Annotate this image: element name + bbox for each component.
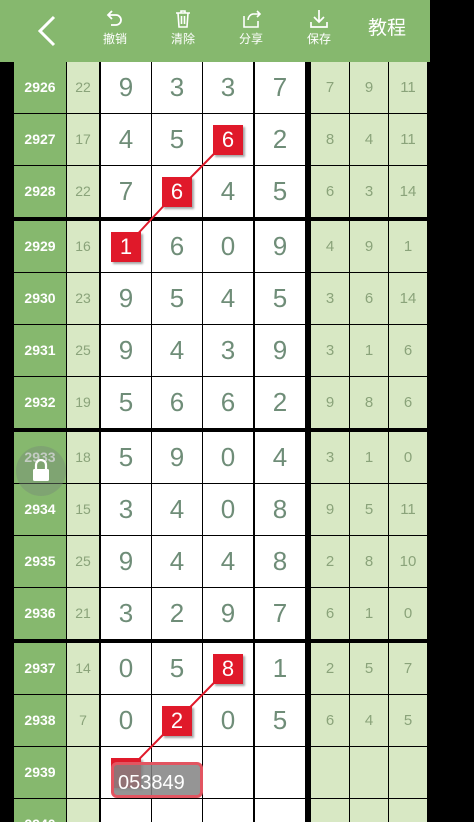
connector-lines <box>125 138 229 774</box>
lock-icon <box>33 459 49 481</box>
lock-button[interactable] <box>16 446 66 496</box>
highlight-digit: 2 <box>162 705 192 736</box>
highlight-digit: 1 <box>111 231 141 262</box>
number-input[interactable]: 053849 <box>111 762 203 798</box>
highlight-digit: 8 <box>213 653 243 684</box>
highlight-digit: 6 <box>162 176 192 207</box>
highlight-digit: 6 <box>213 124 243 155</box>
app-screen: 撤销 清除 分享 保存 教程 2926229337791129271745628… <box>0 0 474 822</box>
right-edge <box>430 0 474 822</box>
